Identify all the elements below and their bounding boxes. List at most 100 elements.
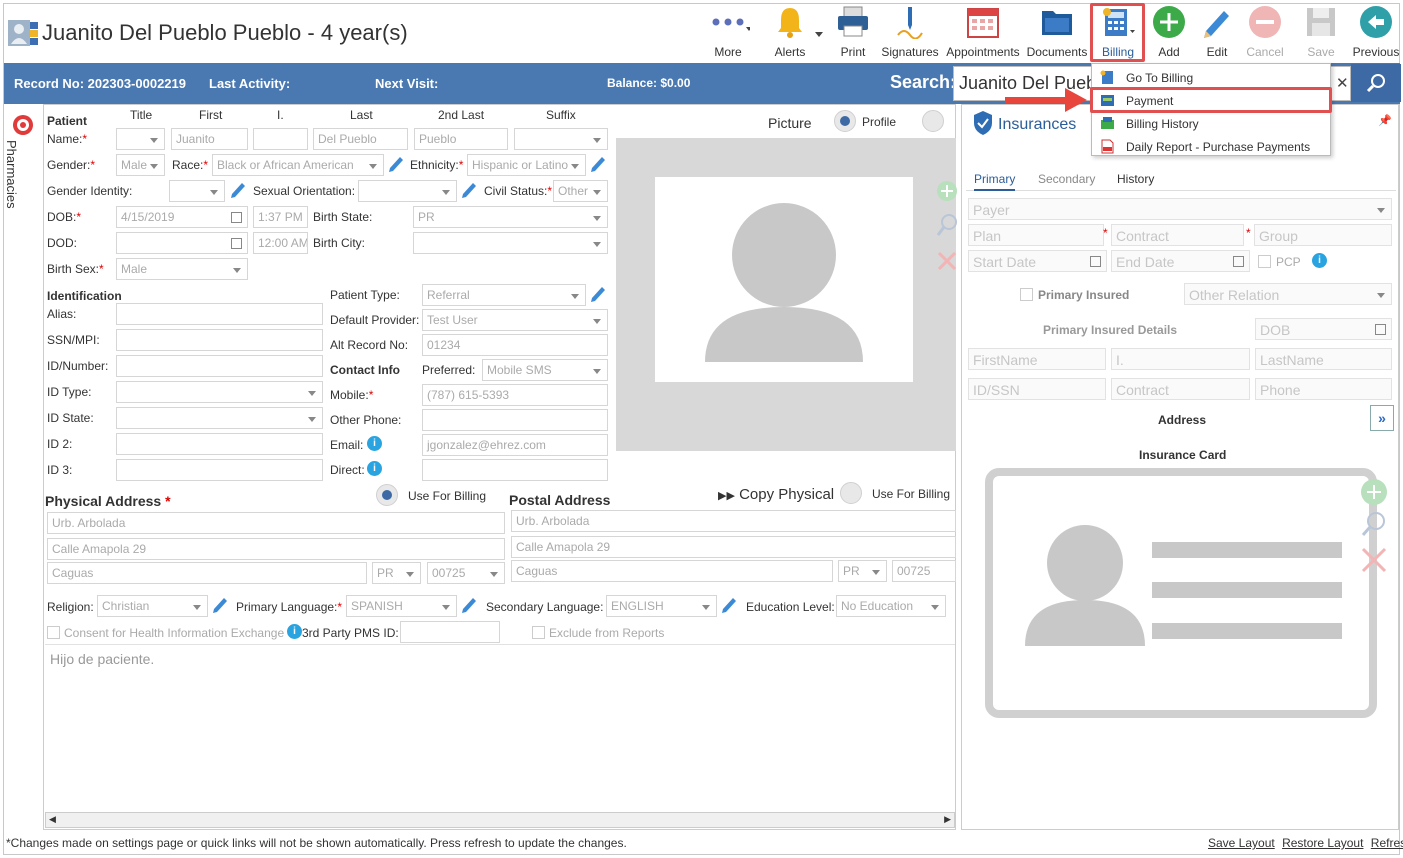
delete-picture-icon[interactable] — [936, 250, 958, 272]
insured-contract-input[interactable]: Contract — [1111, 378, 1250, 400]
direct-info-icon[interactable]: i — [367, 461, 382, 476]
race-select[interactable]: Black or African American — [212, 154, 384, 176]
secondary-language-pencil-icon[interactable] — [720, 594, 740, 614]
patient-type-select[interactable]: Referral — [422, 284, 586, 306]
plan-select[interactable]: Plan — [968, 224, 1104, 246]
insured-dob-input[interactable]: DOB — [1255, 318, 1392, 340]
other-phone-input[interactable] — [422, 409, 608, 431]
signatures-button[interactable]: Signatures — [880, 4, 940, 62]
primary-language-select[interactable]: SPANISH — [346, 595, 457, 617]
id2-input[interactable] — [116, 433, 323, 455]
alerts-button[interactable]: Alerts — [762, 4, 818, 62]
insured-initial-input[interactable]: I. — [1111, 348, 1250, 370]
ssn-input[interactable] — [116, 329, 323, 351]
insured-firstname-input[interactable]: FirstName — [968, 348, 1106, 370]
gender-identity-pencil-icon[interactable] — [229, 179, 249, 199]
postal-line2-input[interactable]: Calle Amapola 29 — [511, 536, 956, 558]
id-state-select[interactable] — [116, 407, 323, 429]
race-edit-pencil-icon[interactable] — [387, 153, 407, 173]
postal-line1-input[interactable]: Urb. Arbolada — [511, 510, 956, 532]
mobile-input[interactable]: (787) 615-5393 — [422, 384, 608, 406]
dod-time-input[interactable]: 12:00 AM — [253, 232, 308, 254]
previous-button[interactable]: Previous — [1350, 4, 1402, 62]
edit-button[interactable]: Edit — [1196, 4, 1238, 62]
tab-secondary[interactable]: Secondary — [1038, 172, 1095, 186]
gender-select[interactable]: Male — [116, 154, 165, 176]
restore-layout-link[interactable]: Restore Layout — [1282, 836, 1363, 850]
religion-pencil-icon[interactable] — [211, 594, 231, 614]
postal-zip-input[interactable]: 00725 — [892, 560, 956, 582]
exclude-checkbox[interactable] — [532, 626, 545, 639]
secondary-language-select[interactable]: ENGLISH — [606, 595, 717, 617]
birth-state-select[interactable]: PR — [413, 206, 608, 228]
add-card-icon[interactable] — [1360, 478, 1388, 506]
third-party-input[interactable] — [400, 621, 500, 643]
save-layout-link[interactable]: Save Layout — [1208, 836, 1275, 850]
consent-checkbox[interactable] — [47, 626, 60, 639]
contract-input[interactable]: Contract — [1111, 224, 1244, 246]
ethnicity-select[interactable]: Hispanic or Latino — [467, 154, 586, 176]
side-tab-pharmacies[interactable]: Pharmacies — [4, 140, 19, 209]
view-picture-icon[interactable] — [936, 213, 958, 239]
add-picture-icon[interactable] — [936, 180, 958, 202]
title-select[interactable] — [116, 128, 165, 150]
email-info-icon[interactable]: i — [367, 436, 382, 451]
tab-primary[interactable]: Primary — [974, 172, 1016, 191]
primary-language-pencil-icon[interactable] — [460, 594, 480, 614]
notes-textarea[interactable]: Hijo de paciente. — [45, 644, 955, 810]
postal-state-select[interactable]: PR — [838, 560, 887, 582]
payer-select[interactable]: Payer — [968, 198, 1392, 220]
physical-city-input[interactable]: Caguas — [47, 562, 367, 584]
alias-input[interactable] — [116, 303, 323, 325]
last-name-input[interactable]: Del Pueblo — [313, 128, 408, 150]
documents-button[interactable]: Documents — [1025, 4, 1089, 62]
physical-line2-input[interactable]: Calle Amapola 29 — [47, 538, 505, 560]
dob-time-input[interactable]: 1:37 PM — [253, 206, 308, 228]
direct-input[interactable] — [422, 459, 608, 481]
dod-input[interactable] — [116, 232, 248, 254]
consent-info-icon[interactable]: i — [287, 624, 302, 639]
insured-phone-input[interactable]: Phone — [1255, 378, 1392, 400]
print-button[interactable]: Print — [830, 4, 876, 62]
religion-select[interactable]: Christian — [97, 595, 208, 617]
education-select[interactable]: No Education — [836, 595, 946, 617]
more-button[interactable]: More — [703, 4, 753, 62]
physical-zip-select[interactable]: 00725 — [427, 562, 505, 584]
email-input[interactable]: jgonzalez@ehrez.com — [422, 434, 608, 456]
id3-input[interactable] — [116, 459, 323, 481]
end-date-input[interactable]: End Date — [1111, 250, 1250, 272]
scroll-left-icon[interactable]: ◀ — [49, 814, 56, 825]
scroll-right-icon[interactable]: ▶ — [944, 814, 951, 825]
alerts-dropdown-icon[interactable] — [815, 32, 823, 37]
id-type-select[interactable] — [116, 381, 323, 403]
profile-radio[interactable] — [834, 110, 856, 132]
first-name-input[interactable]: Juanito — [171, 128, 248, 150]
menu-daily-report[interactable]: Daily Report - Purchase Payments — [1092, 135, 1330, 158]
menu-billing-history[interactable]: Billing History — [1092, 112, 1330, 135]
default-provider-select[interactable]: Test User — [422, 309, 608, 331]
physical-use-billing-radio[interactable] — [376, 484, 398, 506]
save-button[interactable]: Save — [1300, 4, 1342, 62]
primary-insured-checkbox[interactable] — [1020, 288, 1033, 301]
sexual-orientation-pencil-icon[interactable] — [460, 179, 480, 199]
add-button[interactable]: Add — [1148, 4, 1190, 62]
expand-address-button[interactable]: » — [1370, 405, 1394, 431]
copy-physical-button[interactable]: ▶▶ Copy Physical — [718, 486, 834, 503]
alt-record-input[interactable]: 01234 — [422, 334, 608, 356]
other-relation-select[interactable]: Other Relation — [1184, 283, 1392, 305]
clear-search-icon[interactable]: ✕ — [1336, 74, 1349, 92]
dob-input[interactable]: 4/15/2019 — [116, 206, 248, 228]
start-date-input[interactable]: Start Date — [968, 250, 1107, 272]
view-card-icon[interactable] — [1360, 510, 1388, 540]
birth-sex-select[interactable]: Male — [116, 258, 248, 280]
patient-type-pencil-icon[interactable] — [589, 283, 609, 303]
insured-idssn-input[interactable]: ID/SSN — [968, 378, 1106, 400]
menu-go-to-billing[interactable]: Go To Billing — [1092, 66, 1330, 89]
pcp-info-icon[interactable]: i — [1312, 253, 1327, 268]
search-button[interactable] — [1351, 64, 1401, 102]
ethnicity-edit-pencil-icon[interactable] — [589, 153, 609, 173]
second-last-input[interactable]: Pueblo — [414, 128, 508, 150]
pin-icon[interactable]: 📌 — [1378, 114, 1392, 127]
civil-status-select[interactable]: Other — [553, 180, 608, 202]
physical-state-select[interactable]: PR — [372, 562, 421, 584]
